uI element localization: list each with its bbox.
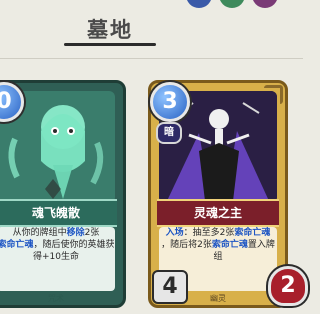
top-badge-green[interactable] [219, 0, 245, 8]
desc-part: ，随后使你的英雄获得+10生命 [33, 240, 115, 262]
corner-bracket-top-right [264, 85, 283, 104]
health-stat: 2 [268, 266, 308, 306]
graveyard-header: 墓地 [0, 0, 303, 62]
desc-part-highlight: 移除 [66, 228, 85, 238]
title-underline [64, 43, 156, 46]
graveyard-title: 墓地 [87, 18, 133, 42]
card-name: 灵魂之主 [193, 206, 242, 220]
card-description: 从你的牌组中移除2张 索命亡魂，随后使你的英雄获得+10生命 [0, 227, 115, 291]
top-badge-purple[interactable] [252, 0, 278, 8]
top-badge-blue[interactable] [186, 0, 212, 8]
dark-tag: 暗 [156, 122, 182, 144]
attack-stat: 4 [152, 270, 188, 304]
card-name: 魂飞魄散 [31, 206, 80, 220]
desc-part: 2张 [84, 228, 100, 238]
header-divider [0, 58, 303, 59]
card-type: 咒术 [48, 294, 64, 303]
desc-part-highlight: 入场 [165, 228, 184, 238]
desc-part-highlight: 索命亡魂 [211, 240, 248, 250]
desc-part: ，随后将2张 [161, 240, 212, 250]
desc-part: ：抽至多2张 [183, 228, 235, 238]
cost-orb: 3 [150, 82, 190, 122]
card-name-banner: 魂飞魄散 [0, 199, 117, 227]
desc-part-highlight: 索命亡魂 [234, 228, 271, 238]
desc-part-highlight: 索命亡魂 [0, 240, 34, 250]
desc-part: 从你的牌组中 [12, 228, 67, 238]
card-name-banner: 灵魂之主 [157, 199, 279, 227]
